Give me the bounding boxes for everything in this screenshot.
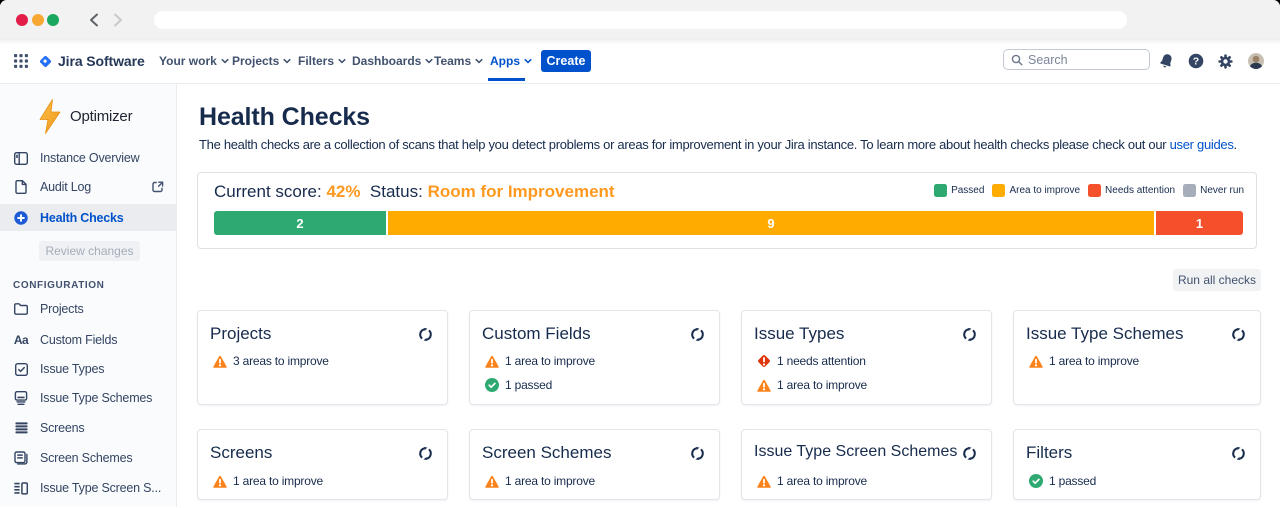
svg-text:?: ?: [1193, 56, 1199, 68]
